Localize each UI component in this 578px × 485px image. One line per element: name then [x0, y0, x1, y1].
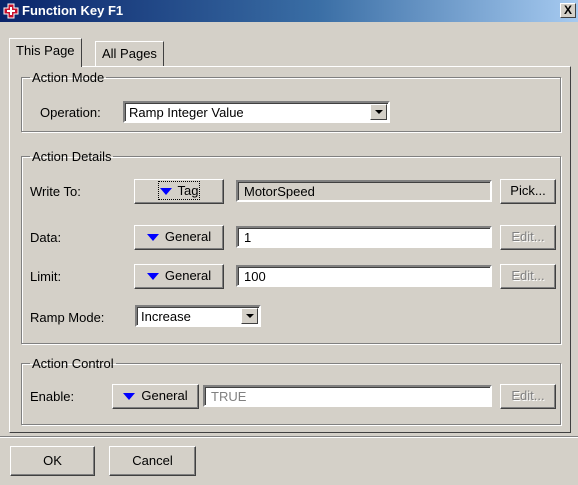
limit-source-button[interactable]: General	[134, 264, 224, 289]
close-button[interactable]: X	[560, 3, 576, 18]
limit-edit-button[interactable]: Edit...	[500, 264, 556, 289]
action-mode-legend: Action Mode	[32, 70, 105, 85]
tab-this-page[interactable]: This Page	[9, 38, 82, 67]
pick-button[interactable]: Pick...	[500, 179, 556, 204]
limit-source-label: General	[164, 268, 212, 283]
data-source-button[interactable]: General	[134, 225, 224, 250]
limit-field[interactable]: 100	[236, 265, 492, 287]
cancel-button[interactable]: Cancel	[109, 446, 196, 476]
enable-source-button[interactable]: General	[112, 384, 199, 409]
enable-edit-button[interactable]: Edit...	[500, 384, 556, 409]
close-icon: X	[563, 3, 572, 17]
operation-value: Ramp Integer Value	[129, 105, 244, 120]
dropdown-triangle-icon	[146, 234, 159, 242]
operation-select[interactable]: Ramp Integer Value	[123, 101, 390, 123]
write-to-source-label: Tag	[177, 183, 199, 198]
limit-label: Limit:	[30, 269, 62, 284]
data-source-label: General	[164, 229, 212, 244]
chevron-down-icon[interactable]	[241, 308, 258, 324]
action-control-legend: Action Control	[32, 356, 114, 371]
ok-button[interactable]: OK	[10, 446, 95, 476]
title-bar: Function Key F1 X	[0, 0, 578, 22]
ramp-mode-value: Increase	[141, 309, 191, 324]
dropdown-triangle-icon	[159, 188, 172, 196]
data-edit-button[interactable]: Edit...	[500, 225, 556, 250]
data-field[interactable]: 1	[236, 226, 492, 248]
tab-all-pages[interactable]: All Pages	[95, 41, 164, 66]
write-to-source-button[interactable]: Tag	[134, 179, 224, 204]
tab-panel: Action Mode Operation: Ramp Integer Valu…	[9, 66, 571, 433]
tab-this-page-label: This Page	[16, 43, 75, 58]
enable-field[interactable]: TRUE	[203, 385, 492, 407]
action-details-legend: Action Details	[32, 149, 112, 164]
write-to-field[interactable]: MotorSpeed	[236, 180, 492, 202]
enable-source-label: General	[141, 388, 188, 403]
chevron-down-icon[interactable]	[370, 104, 387, 120]
enable-label: Enable:	[30, 389, 75, 404]
window-title: Function Key F1	[22, 3, 124, 18]
ramp-mode-select[interactable]: Increase	[135, 305, 261, 327]
ramp-mode-label: Ramp Mode:	[30, 310, 105, 325]
dropdown-triangle-icon	[146, 273, 159, 281]
footer-divider	[0, 436, 578, 438]
tab-all-pages-label: All Pages	[102, 46, 157, 61]
function-key-icon	[3, 3, 19, 19]
data-label: Data:	[30, 230, 62, 245]
write-to-label: Write To:	[30, 184, 81, 199]
operation-label: Operation:	[40, 105, 101, 120]
dropdown-triangle-icon	[123, 393, 136, 401]
